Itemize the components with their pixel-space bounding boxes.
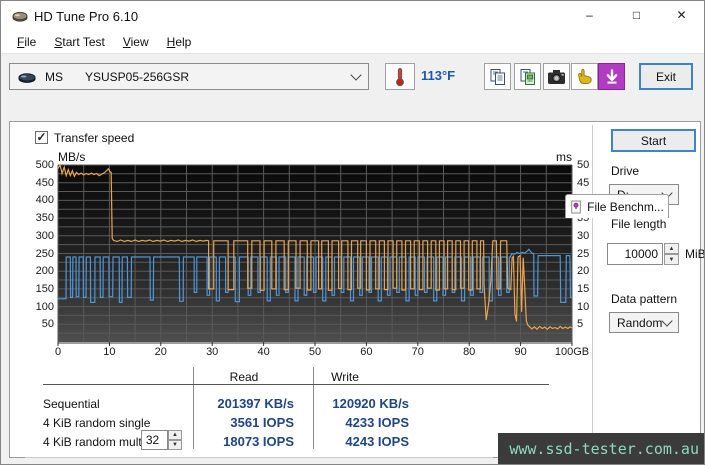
file-benchmark-icon	[571, 200, 581, 213]
ms-tick-label: 50	[577, 159, 590, 171]
y-tick-label: 250	[35, 247, 54, 260]
copy-text-button[interactable]	[484, 63, 511, 90]
write-column-header: Write	[331, 370, 359, 384]
file-length-spin-down[interactable]: ▼	[664, 254, 679, 265]
maximize-button[interactable]: □	[614, 1, 659, 30]
x-tick-label: 60	[360, 346, 373, 358]
exit-button[interactable]: Exit	[639, 63, 693, 90]
ms-tick-label: 25	[577, 247, 590, 260]
ms-tick-label: 30	[577, 229, 590, 242]
tab-file-benchmark[interactable]: File Benchm...	[565, 194, 669, 218]
data-pattern-label: Data pattern	[611, 292, 678, 306]
x-tick-label: 10	[103, 346, 116, 358]
y-tick-label: 200	[35, 265, 54, 278]
left-axis-ticks: 500 450 400 350 300 250 200 150 100 50	[2, 1, 54, 464]
copy-pages-icon	[490, 68, 505, 85]
ms-tick-label: 45	[577, 176, 590, 189]
queue-depth-input[interactable]: 32	[141, 430, 168, 450]
transfer-speed-chart	[57, 163, 573, 346]
watermark: www.ssd-tester.com.au	[498, 433, 704, 464]
menu-item-help[interactable]: Help	[158, 33, 201, 51]
right-axis-ticks: 5045403530252015105	[577, 1, 607, 464]
x-tick-label: 30	[206, 346, 219, 358]
y-tick-label: 350	[35, 212, 54, 225]
file-length-spin-up[interactable]: ▲	[664, 243, 679, 254]
file-length-unit: MiB	[685, 247, 705, 261]
ms-tick-label: 5	[577, 318, 584, 331]
thermometer-icon	[396, 67, 404, 86]
random-multi-write-value: 4243 IOPS	[345, 434, 409, 449]
data-pattern-value: Random	[617, 315, 663, 330]
row-label-sequential: Sequential	[43, 397, 100, 411]
transfer-speed-label: Transfer speed	[54, 131, 135, 145]
x-tick-label: 70	[411, 346, 424, 358]
y-tick-label: 400	[35, 194, 54, 207]
screenshot-button[interactable]	[543, 63, 570, 90]
ms-tick-label: 20	[577, 265, 590, 278]
y-tick-label: 150	[35, 282, 54, 295]
menu-item-start-test[interactable]: Start Test	[45, 33, 113, 51]
y-tick-label: 100	[35, 300, 54, 313]
row-label-random-multi: 4 KiB random multi	[43, 435, 145, 449]
temperature-value: 113°F	[421, 68, 456, 83]
copy-image-button[interactable]	[514, 63, 541, 90]
x-tick-label: 80	[463, 346, 476, 358]
read-column-header: Read	[229, 370, 259, 384]
chevron-down-icon	[350, 69, 362, 81]
x-tick-label: 40	[257, 346, 270, 358]
x-tick-label: 50	[308, 346, 322, 358]
drive-select[interactable]: MS YSUSP05-256GSR	[9, 63, 369, 90]
data-pattern-select[interactable]: Random	[609, 312, 679, 333]
queue-depth-spin-up[interactable]: ▲	[168, 430, 182, 440]
menu-item-view[interactable]: View	[114, 33, 158, 51]
row-label-random-single: 4 KiB random single	[43, 416, 151, 430]
close-button[interactable]: ✕	[659, 1, 704, 30]
start-button[interactable]: Start	[611, 129, 696, 152]
camera-icon	[548, 69, 565, 84]
y-tick-label: 500	[35, 159, 54, 171]
x-axis-ticks: 0 10 20 30 40 50 60 70 80 90 100GB	[1, 346, 704, 360]
y-tick-label: 450	[35, 176, 54, 189]
sequential-write-value: 120920 KB/s	[332, 396, 409, 411]
left-axis-unit: MB/s	[58, 150, 86, 164]
header-rule	[43, 384, 549, 385]
ms-tick-label: 15	[577, 282, 590, 295]
right-axis-unit: ms	[556, 150, 572, 164]
random-single-write-value: 4233 IOPS	[345, 415, 409, 430]
temperature-button[interactable]	[385, 63, 415, 90]
x-tick-label: 20	[154, 346, 167, 358]
hd-tune-window: HD Tune Pro 6.10 – □ ✕ File Start Test V…	[0, 0, 705, 465]
y-tick-label: 50	[41, 318, 54, 331]
random-multi-read-value: 18073 IOPS	[223, 434, 294, 449]
drive-model: YSUSP05-256GSR	[85, 69, 190, 84]
bottom-rule	[25, 457, 493, 458]
ms-tick-label: 10	[577, 300, 590, 313]
drive-label: Drive	[611, 164, 640, 178]
y-tick-label: 300	[35, 229, 54, 242]
file-length-label: File length	[611, 217, 667, 231]
queue-depth-spin-down[interactable]: ▼	[168, 440, 182, 450]
sequential-read-value: 201397 KB/s	[217, 396, 294, 411]
x-tick-label: 0	[54, 346, 62, 358]
copy-image-icon	[520, 68, 535, 85]
x-tick-label: 100GB	[554, 346, 590, 358]
file-length-input[interactable]: 10000	[607, 243, 663, 265]
chevron-down-icon	[661, 315, 673, 327]
random-single-read-value: 3561 IOPS	[230, 415, 294, 430]
x-tick-label: 90	[514, 346, 527, 358]
